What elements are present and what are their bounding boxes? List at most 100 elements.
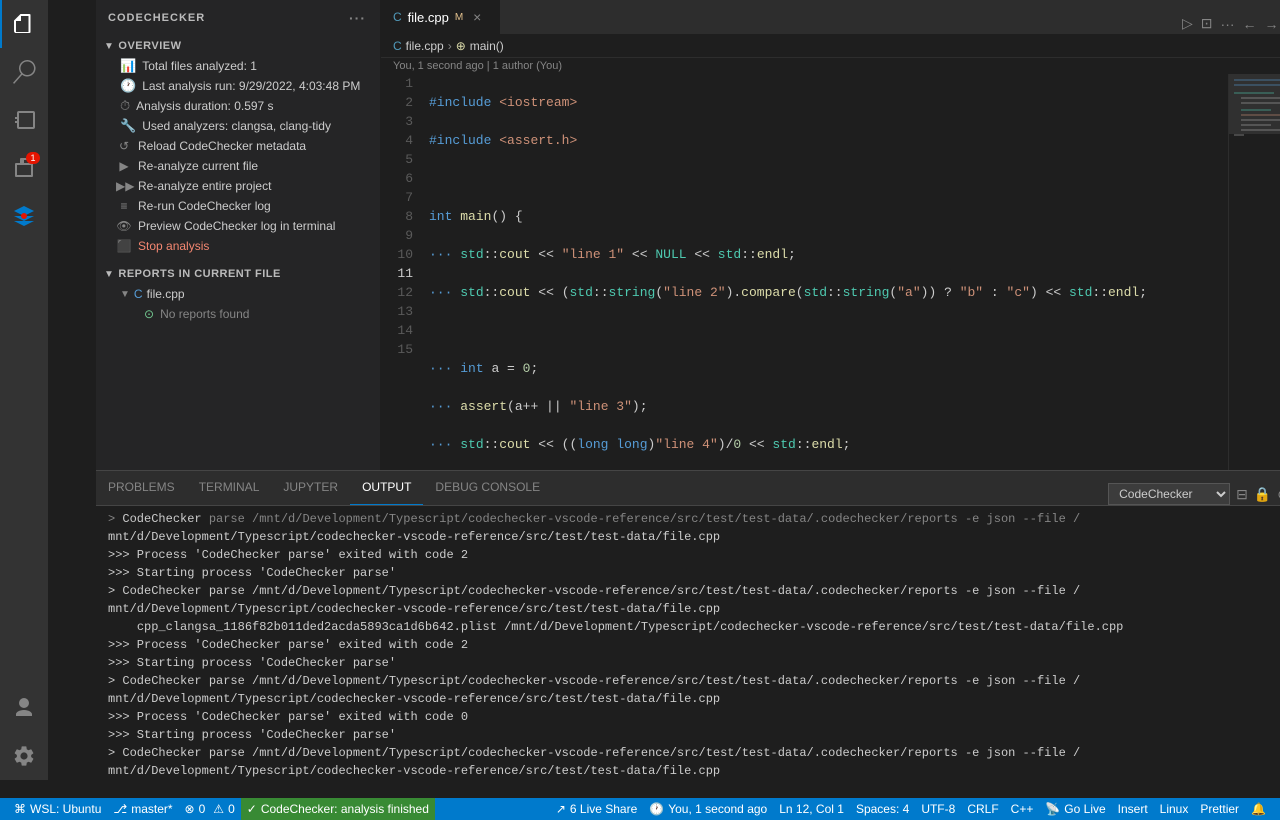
more-actions-icon[interactable]: ··· <box>1219 14 1237 34</box>
minimap <box>1228 74 1280 470</box>
tab-problems-label: PROBLEMS <box>108 480 175 494</box>
code-content[interactable]: #include <iostream> #include <assert.h> … <box>421 74 1228 470</box>
activity-bar-account[interactable] <box>0 684 48 732</box>
status-eol[interactable]: CRLF <box>961 798 1004 820</box>
overview-section-header[interactable]: ▼ OVERVIEW <box>96 36 380 56</box>
output-source-select[interactable]: CodeChecker <box>1108 483 1230 505</box>
breadcrumb-separator: › <box>448 39 452 53</box>
status-codecheckerfinished[interactable]: ✓ CodeChecker: analysis finished <box>241 798 435 820</box>
spaces-label: Spaces: 4 <box>856 802 909 816</box>
status-branch[interactable]: ⎇ master* <box>107 798 178 820</box>
clock-icon: 🕐 <box>120 78 136 94</box>
tab-label: file.cpp <box>408 10 449 25</box>
reanalyze-project-label: Re-analyze entire project <box>138 179 271 193</box>
panel-lock-icon[interactable]: 🔒 <box>1254 486 1271 503</box>
preview-log-action[interactable]: 👁 Preview CodeChecker log in terminal <box>96 216 380 236</box>
language-label: C++ <box>1011 802 1034 816</box>
status-os[interactable]: Linux <box>1154 798 1195 820</box>
overview-chevron: ▼ <box>104 41 114 52</box>
status-git-sync[interactable]: 🕐 You, 1 second ago <box>643 798 773 820</box>
activity-bar-explorer[interactable] <box>0 0 48 48</box>
status-wsl[interactable]: ⌘ WSL: Ubuntu <box>8 798 107 820</box>
activity-bar-search[interactable] <box>0 48 48 96</box>
wrench-icon: 🔧 <box>120 118 136 134</box>
activity-bar-extensions[interactable]: 1 <box>0 144 48 192</box>
status-insert[interactable]: Insert <box>1112 798 1154 820</box>
error-icon: ⊗ <box>185 802 195 816</box>
stop-analysis-action[interactable]: ⬛ Stop analysis <box>96 236 380 256</box>
branch-icon: ⎇ <box>113 802 127 816</box>
terminal-content: > CodeChecker parse /mnt/d/Development/T… <box>96 506 1280 780</box>
term-line-13: > CodeChecker parse /mnt/d/Development/T… <box>108 744 1280 762</box>
status-prettier[interactable]: Prettier <box>1194 798 1245 820</box>
term-line-1: mnt/d/Development/Typescript/codechecker… <box>108 528 1280 546</box>
wsl-label: WSL: Ubuntu <box>30 802 101 816</box>
split-editor-icon[interactable]: ⊡ <box>1199 13 1215 34</box>
breadcrumb-file-icon: C <box>393 39 402 53</box>
term-line-12: >>> Starting process 'CodeChecker parse' <box>108 726 1280 744</box>
breadcrumb-fn[interactable]: main() <box>470 39 504 53</box>
panel-filter-icon[interactable]: ⊟ <box>1236 486 1248 503</box>
prettier-label: Prettier <box>1200 802 1239 816</box>
breadcrumb-file[interactable]: file.cpp <box>406 39 444 53</box>
status-line-col[interactable]: Ln 12, Col 1 <box>773 798 850 820</box>
branch-label: master* <box>131 802 172 816</box>
stop-icon: ⬛ <box>116 239 132 253</box>
status-spaces[interactable]: Spaces: 4 <box>850 798 915 820</box>
reanalyze-file-action[interactable]: ▶ Re-analyze current file <box>96 156 380 176</box>
encoding-label: UTF-8 <box>921 802 955 816</box>
wsl-icon: ⌘ <box>14 802 26 816</box>
rerun-log-action[interactable]: ≡ Re-run CodeChecker log <box>96 196 380 216</box>
status-notifications[interactable]: 🔔 <box>1245 798 1272 820</box>
activity-bar-source-control[interactable] <box>0 96 48 144</box>
golive-label: Go Live <box>1064 802 1105 816</box>
insert-label: Insert <box>1118 802 1148 816</box>
minimap-svg <box>1229 74 1280 470</box>
sidebar: CODECHECKER ··· ▼ OVERVIEW 📊 Total files… <box>96 0 381 470</box>
file-item-cpp[interactable]: ▼ C file.cpp <box>96 284 380 304</box>
reload-icon: ↺ <box>116 139 132 153</box>
sidebar-more-icon[interactable]: ··· <box>347 8 368 28</box>
total-files-item: 📊 Total files analyzed: 1 <box>96 56 380 76</box>
code-editor[interactable]: 12345 678910 1112131415 #include <iostre… <box>381 74 1280 470</box>
tab-jupyter[interactable]: JUPYTER <box>271 470 350 505</box>
tab-output[interactable]: OUTPUT <box>350 470 423 505</box>
sidebar-title: CODECHECKER <box>108 12 205 24</box>
code-line-8: ··· int a = 0; <box>429 359 1220 378</box>
reports-section: ▼ REPORTS IN CURRENT FILE ▼ C file.cpp ⊙… <box>96 264 380 324</box>
sidebar-header-icons: ··· <box>347 8 368 28</box>
error-count: 0 <box>199 802 206 816</box>
status-encoding[interactable]: UTF-8 <box>915 798 961 820</box>
last-analysis-item: 🕐 Last analysis run: 9/29/2022, 4:03:48 … <box>96 76 380 96</box>
run-code-icon[interactable]: ▷ <box>1180 13 1195 34</box>
tab-debug-console[interactable]: DEBUG CONSOLE <box>423 470 552 505</box>
nav-back-icon[interactable]: ← <box>1241 14 1259 34</box>
check-icon: ✓ <box>247 802 257 816</box>
status-liveshare[interactable]: ↗ 6 Live Share <box>550 798 643 820</box>
reload-metadata-label: Reload CodeChecker metadata <box>138 139 306 153</box>
activity-bar-settings[interactable] <box>0 732 48 780</box>
tab-file-cpp[interactable]: C file.cpp M × <box>381 0 501 34</box>
git-blame-text: You, 1 second ago | 1 author (You) <box>393 60 562 72</box>
code-line-3 <box>429 169 1220 188</box>
reanalyze-project-action[interactable]: ▶▶ Re-analyze entire project <box>96 176 380 196</box>
tab-terminal[interactable]: TERMINAL <box>187 470 272 505</box>
duration-item: ⏱ Analysis duration: 0.597 s <box>96 96 380 116</box>
play-icon: ▶ <box>116 159 132 173</box>
status-golive[interactable]: 📡 Go Live <box>1039 798 1111 820</box>
os-label: Linux <box>1160 802 1189 816</box>
nav-forward-icon[interactable]: → <box>1263 14 1280 34</box>
file-item-label: file.cpp <box>147 287 185 301</box>
chart-icon: 📊 <box>120 58 136 74</box>
breadcrumb-fn-icon: ⊕ <box>456 39 466 53</box>
activity-bar-codechecker[interactable] <box>0 192 48 240</box>
term-line-14: mnt/d/Development/Typescript/codechecker… <box>108 762 1280 780</box>
tab-problems[interactable]: PROBLEMS <box>96 470 187 505</box>
reports-section-header[interactable]: ▼ REPORTS IN CURRENT FILE <box>96 264 380 284</box>
status-errors[interactable]: ⊗ 0 ⚠ 0 <box>179 798 241 820</box>
status-language[interactable]: C++ <box>1005 798 1040 820</box>
tab-close-button[interactable]: × <box>469 9 485 25</box>
term-line-9: > CodeChecker parse /mnt/d/Development/T… <box>108 672 1280 690</box>
status-right: ↗ 6 Live Share 🕐 You, 1 second ago Ln 12… <box>550 798 1272 820</box>
reload-metadata-action[interactable]: ↺ Reload CodeChecker metadata <box>96 136 380 156</box>
